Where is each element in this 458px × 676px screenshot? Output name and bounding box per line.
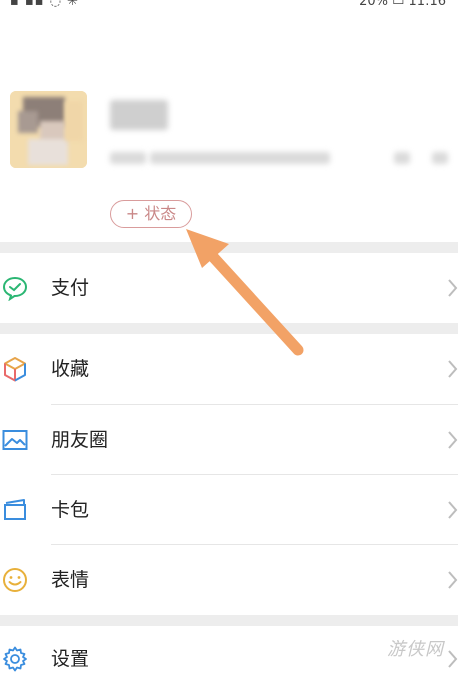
menu-item-stickers[interactable]: 表情 <box>0 545 458 615</box>
avatar[interactable] <box>10 91 87 168</box>
menu-item-favorites[interactable]: 收藏 <box>0 334 458 404</box>
photo-icon <box>2 427 28 453</box>
cube-icon <box>2 356 28 382</box>
wechat-pay-icon <box>2 275 28 302</box>
chevron-redacted <box>432 152 448 164</box>
wechat-id-redacted-2 <box>150 152 330 164</box>
menu-item-cards[interactable]: 卡包 <box>0 475 458 545</box>
chevron-right-icon <box>448 571 458 589</box>
menu-item-label: 表情 <box>51 569 90 591</box>
menu-item-pay[interactable]: 支付 <box>0 253 458 323</box>
menu-item-moments[interactable]: 朋友圈 <box>0 405 458 475</box>
section-gap <box>0 615 458 626</box>
wechat-id-redacted-1 <box>110 152 146 164</box>
smile-icon <box>2 567 28 593</box>
add-status-button[interactable]: + 状态 <box>110 200 192 228</box>
menu-item-label: 支付 <box>51 277 90 299</box>
nickname-redacted <box>110 100 168 130</box>
chevron-right-icon <box>448 650 458 668</box>
section-gap <box>0 323 458 334</box>
menu-item-label: 设置 <box>51 648 90 670</box>
chevron-right-icon <box>448 279 458 297</box>
profile-header[interactable]: + 状态 <box>0 14 458 242</box>
chevron-right-icon <box>448 501 458 519</box>
chevron-right-icon <box>448 431 458 449</box>
watermark: 游侠网 <box>387 639 444 660</box>
menu-item-label: 收藏 <box>51 358 90 380</box>
gear-icon <box>2 646 28 672</box>
wallet-icon <box>2 497 28 523</box>
status-bar-left: ▪ ▪▪ ◌ ✳ <box>10 0 80 9</box>
status-bar-right: 20% ▭ 11:16 <box>359 0 446 9</box>
chevron-right-icon <box>448 360 458 378</box>
section-gap <box>0 242 458 253</box>
menu-item-label: 卡包 <box>51 499 90 521</box>
menu-item-label: 朋友圈 <box>51 429 109 451</box>
qr-code-redacted <box>394 152 410 164</box>
status-bar: ▪ ▪▪ ◌ ✳ 20% ▭ 11:16 <box>0 0 458 14</box>
